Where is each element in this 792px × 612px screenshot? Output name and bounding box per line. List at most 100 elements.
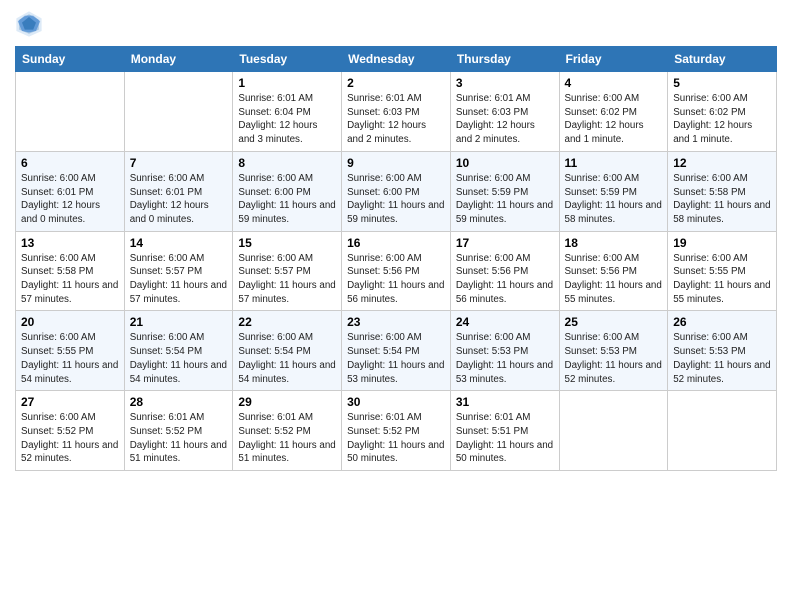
day-cell: 29 Sunrise: 6:01 AMSunset: 5:52 PMDayligh… [233,391,342,471]
day-number: 5 [673,76,771,90]
weekday-header-monday: Monday [124,47,233,72]
weekday-header-thursday: Thursday [450,47,559,72]
day-number: 29 [238,395,336,409]
day-number: 12 [673,156,771,170]
day-cell: 4 Sunrise: 6:00 AMSunset: 6:02 PMDaylight… [559,72,668,152]
logo-area [15,10,45,38]
weekday-header-tuesday: Tuesday [233,47,342,72]
day-cell: 9 Sunrise: 6:00 AMSunset: 6:00 PMDaylight… [342,151,451,231]
calendar-table: SundayMondayTuesdayWednesdayThursdayFrid… [15,46,777,471]
day-cell: 21 Sunrise: 6:00 AMSunset: 5:54 PMDayligh… [124,311,233,391]
day-cell: 11 Sunrise: 6:00 AMSunset: 5:59 PMDayligh… [559,151,668,231]
week-row-4: 20Sunrise: 6:00 AMSunset: 5:55 PMDayligh… [16,311,777,391]
day-cell [668,391,777,471]
day-number: 24 [456,315,554,329]
day-cell: 3 Sunrise: 6:01 AMSunset: 6:03 PMDaylight… [450,72,559,152]
weekday-header-sunday: Sunday [16,47,125,72]
day-info: Sunrise: 6:00 AMSunset: 5:57 PMDaylight:… [130,252,228,307]
weekday-header-saturday: Saturday [668,47,777,72]
day-cell: 19 Sunrise: 6:00 AMSunset: 5:55 PMDayligh… [668,231,777,311]
day-number: 1 [238,76,336,90]
day-info: Sunrise: 6:00 AMSunset: 6:01 PMDaylight:… [130,172,228,227]
day-info: Sunrise: 6:00 AMSunset: 5:56 PMDaylight:… [456,252,554,307]
week-row-2: 6Sunrise: 6:00 AMSunset: 6:01 PMDaylight… [16,151,777,231]
day-info: Sunrise: 6:00 AMSunset: 5:56 PMDaylight:… [347,252,445,307]
weekday-header-row: SundayMondayTuesdayWednesdayThursdayFrid… [16,47,777,72]
day-cell: 31Sunrise: 6:01 AMSunset: 5:51 PMDayligh… [450,391,559,471]
day-cell: 12 Sunrise: 6:00 AMSunset: 5:58 PMDayligh… [668,151,777,231]
calendar-page: SundayMondayTuesdayWednesdayThursdayFrid… [0,0,792,612]
day-cell [124,72,233,152]
day-number: 28 [130,395,228,409]
day-cell: 1 Sunrise: 6:01 AMSunset: 6:04 PMDaylight… [233,72,342,152]
day-number: 17 [456,236,554,250]
day-cell: 17 Sunrise: 6:00 AMSunset: 5:56 PMDayligh… [450,231,559,311]
day-info: Sunrise: 6:00 AMSunset: 5:57 PMDaylight:… [238,252,336,307]
day-cell: 2 Sunrise: 6:01 AMSunset: 6:03 PMDaylight… [342,72,451,152]
day-cell: 10Sunrise: 6:00 AMSunset: 5:59 PMDayligh… [450,151,559,231]
day-info: Sunrise: 6:01 AMSunset: 5:52 PMDaylight:… [238,411,336,466]
day-number: 8 [238,156,336,170]
day-cell: 20Sunrise: 6:00 AMSunset: 5:55 PMDayligh… [16,311,125,391]
day-cell [559,391,668,471]
day-number: 11 [565,156,663,170]
day-number: 19 [673,236,771,250]
day-number: 4 [565,76,663,90]
day-cell: 26Sunrise: 6:00 AMSunset: 5:53 PMDayligh… [668,311,777,391]
day-info: Sunrise: 6:01 AMSunset: 6:04 PMDaylight:… [238,92,336,147]
day-number: 27 [21,395,119,409]
day-info: Sunrise: 6:00 AMSunset: 5:55 PMDaylight:… [21,331,119,386]
day-info: Sunrise: 6:00 AMSunset: 5:52 PMDaylight:… [21,411,119,466]
day-cell: 16 Sunrise: 6:00 AMSunset: 5:56 PMDayligh… [342,231,451,311]
day-info: Sunrise: 6:00 AMSunset: 5:53 PMDaylight:… [456,331,554,386]
day-info: Sunrise: 6:00 AMSunset: 5:55 PMDaylight:… [673,252,771,307]
day-info: Sunrise: 6:00 AMSunset: 5:54 PMDaylight:… [238,331,336,386]
day-info: Sunrise: 6:01 AMSunset: 6:03 PMDaylight:… [347,92,445,147]
day-number: 13 [21,236,119,250]
day-info: Sunrise: 6:01 AMSunset: 5:52 PMDaylight:… [130,411,228,466]
day-number: 15 [238,236,336,250]
day-info: Sunrise: 6:01 AMSunset: 5:52 PMDaylight:… [347,411,445,466]
day-cell: 7Sunrise: 6:00 AMSunset: 6:01 PMDaylight… [124,151,233,231]
day-cell: 6Sunrise: 6:00 AMSunset: 6:01 PMDaylight… [16,151,125,231]
day-number: 18 [565,236,663,250]
day-info: Sunrise: 6:00 AMSunset: 6:02 PMDaylight:… [565,92,663,147]
page-header [15,10,777,38]
day-cell [16,72,125,152]
day-info: Sunrise: 6:00 AMSunset: 5:58 PMDaylight:… [21,252,119,307]
day-cell: 13 Sunrise: 6:00 AMSunset: 5:58 PMDayligh… [16,231,125,311]
day-number: 3 [456,76,554,90]
day-number: 26 [673,315,771,329]
day-info: Sunrise: 6:00 AMSunset: 5:54 PMDaylight:… [130,331,228,386]
day-cell: 25Sunrise: 6:00 AMSunset: 5:53 PMDayligh… [559,311,668,391]
day-info: Sunrise: 6:00 AMSunset: 6:00 PMDaylight:… [238,172,336,227]
day-cell: 30 Sunrise: 6:01 AMSunset: 5:52 PMDayligh… [342,391,451,471]
day-number: 21 [130,315,228,329]
day-info: Sunrise: 6:00 AMSunset: 5:59 PMDaylight:… [456,172,554,227]
day-info: Sunrise: 6:01 AMSunset: 6:03 PMDaylight:… [456,92,554,147]
day-info: Sunrise: 6:00 AMSunset: 6:00 PMDaylight:… [347,172,445,227]
day-number: 25 [565,315,663,329]
day-number: 30 [347,395,445,409]
day-info: Sunrise: 6:00 AMSunset: 6:01 PMDaylight:… [21,172,119,227]
day-number: 16 [347,236,445,250]
day-cell: 24 Sunrise: 6:00 AMSunset: 5:53 PMDayligh… [450,311,559,391]
day-info: Sunrise: 6:00 AMSunset: 5:54 PMDaylight:… [347,331,445,386]
day-cell: 18 Sunrise: 6:00 AMSunset: 5:56 PMDayligh… [559,231,668,311]
day-cell: 15 Sunrise: 6:00 AMSunset: 5:57 PMDayligh… [233,231,342,311]
day-info: Sunrise: 6:01 AMSunset: 5:51 PMDaylight:… [456,411,554,466]
day-number: 2 [347,76,445,90]
day-info: Sunrise: 6:00 AMSunset: 5:56 PMDaylight:… [565,252,663,307]
logo-icon [15,10,43,38]
week-row-1: 1 Sunrise: 6:01 AMSunset: 6:04 PMDaylight… [16,72,777,152]
weekday-header-friday: Friday [559,47,668,72]
day-number: 22 [238,315,336,329]
day-info: Sunrise: 6:00 AMSunset: 5:59 PMDaylight:… [565,172,663,227]
day-cell: 27 Sunrise: 6:00 AMSunset: 5:52 PMDayligh… [16,391,125,471]
day-cell: 14Sunrise: 6:00 AMSunset: 5:57 PMDayligh… [124,231,233,311]
day-cell: 23Sunrise: 6:00 AMSunset: 5:54 PMDayligh… [342,311,451,391]
day-number: 9 [347,156,445,170]
day-info: Sunrise: 6:00 AMSunset: 6:02 PMDaylight:… [673,92,771,147]
day-info: Sunrise: 6:00 AMSunset: 5:58 PMDaylight:… [673,172,771,227]
day-cell: 5 Sunrise: 6:00 AMSunset: 6:02 PMDaylight… [668,72,777,152]
